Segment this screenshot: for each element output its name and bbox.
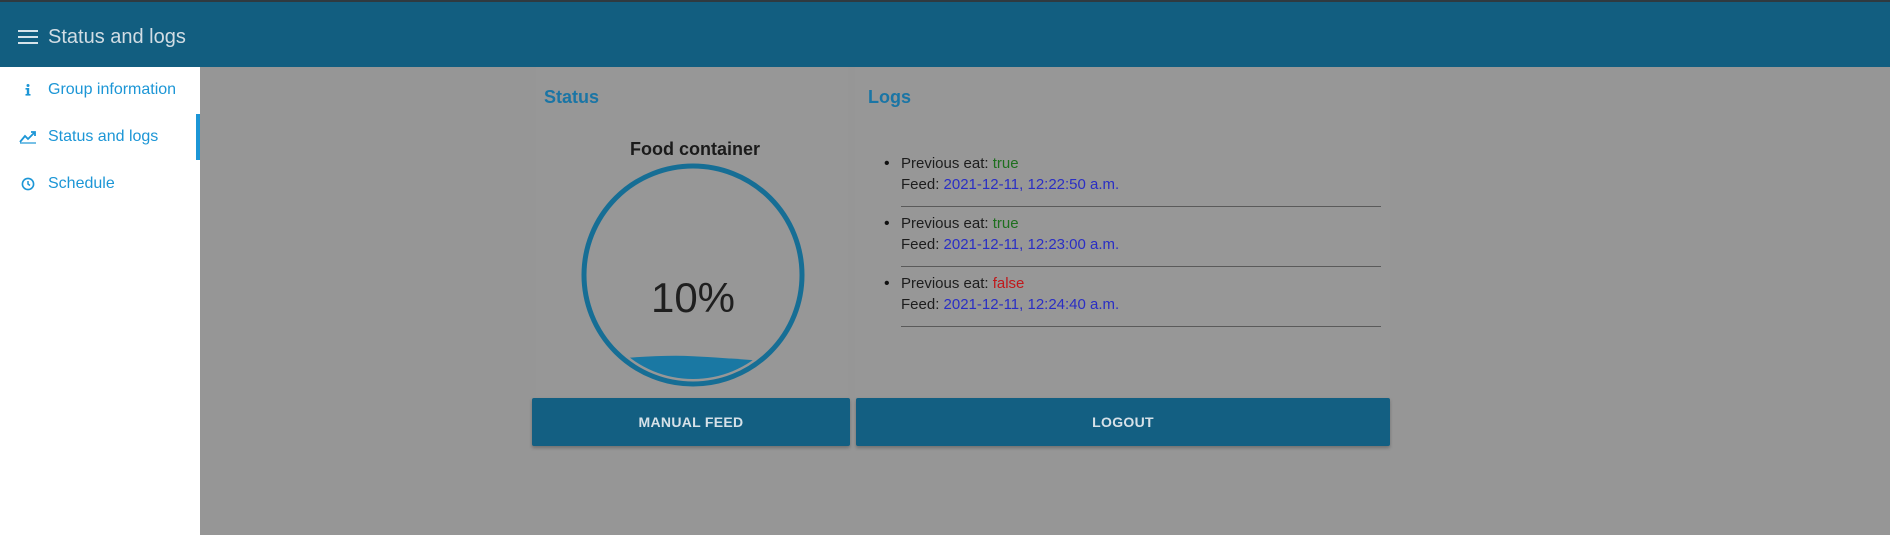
sidebar-item-group-information[interactable]: Group information: [0, 67, 200, 113]
chart-line-icon: [19, 128, 37, 146]
list-item: Previous eat: true Feed: 2021-12-11, 12:…: [884, 207, 1381, 267]
menu-icon[interactable]: [18, 30, 38, 46]
logs-title: Logs: [868, 87, 911, 107]
list-item: Previous eat: true Feed: 2021-12-11, 12:…: [884, 147, 1381, 207]
sidebar-item-label: Status and logs: [48, 128, 159, 145]
clock-icon: [19, 175, 37, 193]
prev-eat-value: false: [992, 275, 1025, 292]
food-level-percent: 10%: [650, 274, 736, 321]
manual-feed-button[interactable]: MANUAL FEED: [532, 398, 850, 446]
food-level-gauge: 10%: [580, 162, 806, 388]
prev-eat-value: true: [992, 155, 1019, 172]
prev-eat-value: true: [992, 215, 1019, 232]
info-icon: [19, 81, 37, 99]
list-item: Previous eat: false Feed: 2021-12-11, 12…: [884, 267, 1381, 327]
page-title: Status and logs: [48, 26, 186, 48]
sidebar-item-label: Group information: [48, 81, 177, 98]
feed-time-value: 2021-12-11, 12:22:50 a.m.: [943, 176, 1120, 193]
sidebar-item-label: Schedule: [48, 175, 115, 192]
sidebar-item-status-and-logs[interactable]: Status and logs: [0, 114, 200, 160]
food-container-label: Food container: [630, 139, 760, 159]
sidebar: Group information Status and logs Schedu…: [0, 67, 200, 535]
log-list: Previous eat: true Feed: 2021-12-11, 12:…: [884, 147, 1381, 327]
status-title: Status: [544, 87, 600, 107]
feed-time-value: 2021-12-11, 12:23:00 a.m.: [943, 236, 1120, 253]
top-app-bar: Status and logs: [0, 0, 1890, 67]
sidebar-item-schedule[interactable]: Schedule: [0, 161, 200, 207]
logout-button[interactable]: LOGOUT: [856, 398, 1390, 446]
main-content: Status Logs Food container 10% Previous …: [200, 67, 1890, 535]
feed-time-value: 2021-12-11, 12:24:40 a.m.: [943, 296, 1120, 313]
